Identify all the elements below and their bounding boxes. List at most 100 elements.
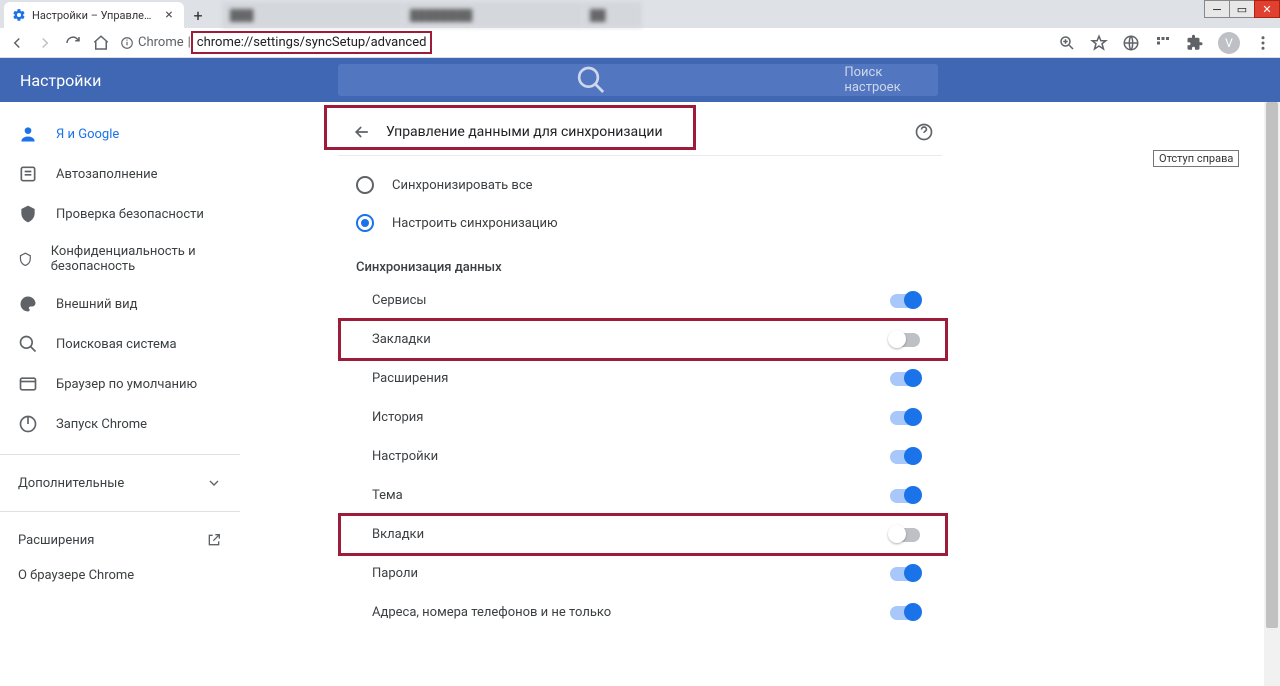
- sidebar-label: Проверка безопасности: [56, 207, 204, 222]
- sidebar-extensions[interactable]: Расширения: [0, 522, 240, 558]
- toggle-switch[interactable]: [890, 450, 920, 464]
- new-tab-button[interactable]: +: [184, 2, 212, 28]
- toggle-label: Настройки: [372, 449, 438, 464]
- toggle-switch[interactable]: [890, 606, 920, 620]
- apps-icon[interactable]: [1154, 34, 1172, 52]
- url-prefix: Chrome: [138, 35, 184, 50]
- toggle-row[interactable]: Вкладки: [338, 515, 942, 554]
- vertical-scrollbar[interactable]: [1264, 102, 1280, 686]
- window-controls: ─ ▭ ✕: [1205, 0, 1280, 18]
- sidebar-about[interactable]: О браузере Chrome: [0, 558, 240, 593]
- radio-icon: [356, 176, 374, 194]
- power-icon: [18, 414, 38, 434]
- help-icon[interactable]: [914, 122, 934, 142]
- omnibox[interactable]: Chrome | chrome://settings/syncSetup/adv…: [120, 35, 1048, 50]
- search-placeholder: Поиск настроек: [844, 65, 926, 95]
- close-icon[interactable]: ×: [162, 8, 176, 22]
- toggle-switch[interactable]: [890, 372, 920, 386]
- radio-customize[interactable]: Настроить синхронизацию: [338, 204, 942, 242]
- toggle-switch[interactable]: [890, 528, 920, 542]
- gear-icon: [12, 8, 26, 22]
- open-external-icon: [206, 532, 222, 548]
- profile-avatar[interactable]: V: [1218, 32, 1240, 54]
- address-bar: Chrome | chrome://settings/syncSetup/adv…: [0, 28, 1280, 58]
- sidebar-label: О браузере Chrome: [18, 568, 134, 583]
- sidebar-label: Расширения: [18, 533, 94, 548]
- background-tab[interactable]: ████████: [402, 2, 582, 28]
- section-title: Синхронизация данных: [338, 242, 942, 281]
- divider: [0, 454, 240, 455]
- toggle-label: Расширения: [372, 371, 448, 386]
- toggle-row[interactable]: Закладки: [338, 320, 942, 359]
- globe-icon[interactable]: [1122, 34, 1140, 52]
- sidebar-label: Поисковая система: [56, 337, 177, 352]
- maximize-button[interactable]: ▭: [1229, 0, 1255, 18]
- person-icon: [18, 124, 38, 144]
- toggle-label: История: [372, 410, 423, 425]
- sidebar-item-search[interactable]: Поисковая система: [0, 324, 240, 364]
- settings-title: Настройки: [20, 71, 101, 90]
- toggle-switch[interactable]: [890, 489, 920, 503]
- sidebar-item-appearance[interactable]: Внешний вид: [0, 284, 240, 324]
- sidebar-item-autofill[interactable]: Автозаполнение: [0, 154, 240, 194]
- divider: [0, 511, 240, 512]
- sidebar-item-people[interactable]: Я и Google: [0, 114, 240, 154]
- toggle-row[interactable]: История: [338, 398, 942, 437]
- toggle-switch[interactable]: [890, 411, 920, 425]
- page-title: Управление данными для синхронизации: [386, 124, 663, 140]
- forward-button[interactable]: [36, 34, 54, 52]
- toggle-row[interactable]: Тема: [338, 476, 942, 515]
- settings-search[interactable]: Поиск настроек: [338, 64, 938, 96]
- reload-button[interactable]: [64, 34, 82, 52]
- sidebar-item-default-browser[interactable]: Браузер по умолчанию: [0, 364, 240, 404]
- background-tab[interactable]: ██: [582, 2, 642, 28]
- toggle-label: Вкладки: [372, 527, 424, 542]
- annotation-highlight: [338, 513, 948, 556]
- toggle-label: Сервисы: [372, 293, 427, 308]
- back-button[interactable]: [8, 34, 26, 52]
- menu-button[interactable]: [1254, 34, 1272, 52]
- browser-icon: [18, 374, 38, 394]
- background-tab[interactable]: ███: [222, 2, 402, 28]
- page-header: Управление данными для синхронизации: [338, 108, 942, 156]
- minimize-button[interactable]: ─: [1204, 0, 1230, 18]
- radio-sync-all[interactable]: Синхронизировать все: [338, 166, 942, 204]
- sidebar-item-startup[interactable]: Запуск Chrome: [0, 404, 240, 444]
- sidebar-label: Внешний вид: [56, 297, 138, 312]
- sidebar-label: Дополнительные: [18, 476, 124, 491]
- sidebar-label: Автозаполнение: [56, 167, 158, 182]
- toggle-row[interactable]: Пароли: [338, 554, 942, 593]
- toggle-switch[interactable]: [890, 567, 920, 581]
- toggle-label: Тема: [372, 488, 403, 503]
- back-arrow-icon[interactable]: [352, 122, 372, 142]
- toggle-switch[interactable]: [890, 333, 920, 347]
- radio-icon: [356, 214, 374, 232]
- browser-tab-strip: Настройки – Управление данн × + ███ ████…: [0, 0, 1280, 28]
- toggle-row[interactable]: Расширения: [338, 359, 942, 398]
- chevron-down-icon: [206, 475, 222, 491]
- toggle-row[interactable]: Настройки: [338, 437, 942, 476]
- sidebar-item-privacy[interactable]: Конфиденциальность и безопасность: [0, 234, 240, 284]
- active-tab[interactable]: Настройки – Управление данн ×: [4, 2, 184, 28]
- sidebar-label: Я и Google: [56, 127, 119, 142]
- toggle-label: Закладки: [372, 332, 431, 347]
- toggle-label: Адреса, номера телефонов и не только: [372, 605, 611, 620]
- search-icon: [18, 334, 38, 354]
- shield-icon: [18, 252, 33, 267]
- home-button[interactable]: [92, 34, 110, 52]
- star-icon[interactable]: [1090, 34, 1108, 52]
- toggle-row[interactable]: Адреса, номера телефонов и не только: [338, 593, 942, 632]
- main-content: Управление данными для синхронизации Син…: [240, 102, 1280, 686]
- form-icon: [18, 164, 38, 184]
- toggle-row[interactable]: Сервисы: [338, 281, 942, 320]
- sidebar-advanced[interactable]: Дополнительные: [0, 465, 240, 501]
- zoom-icon[interactable]: [1058, 34, 1076, 52]
- site-info-icon[interactable]: Chrome |: [120, 35, 191, 50]
- extensions-icon[interactable]: [1186, 34, 1204, 52]
- radio-label: Настроить синхронизацию: [392, 216, 558, 231]
- sidebar-item-safety[interactable]: Проверка безопасности: [0, 194, 240, 234]
- palette-icon: [18, 294, 38, 314]
- close-window-button[interactable]: ✕: [1254, 0, 1280, 18]
- toggle-switch[interactable]: [890, 294, 920, 308]
- settings-header: Настройки Поиск настроек: [0, 58, 1280, 102]
